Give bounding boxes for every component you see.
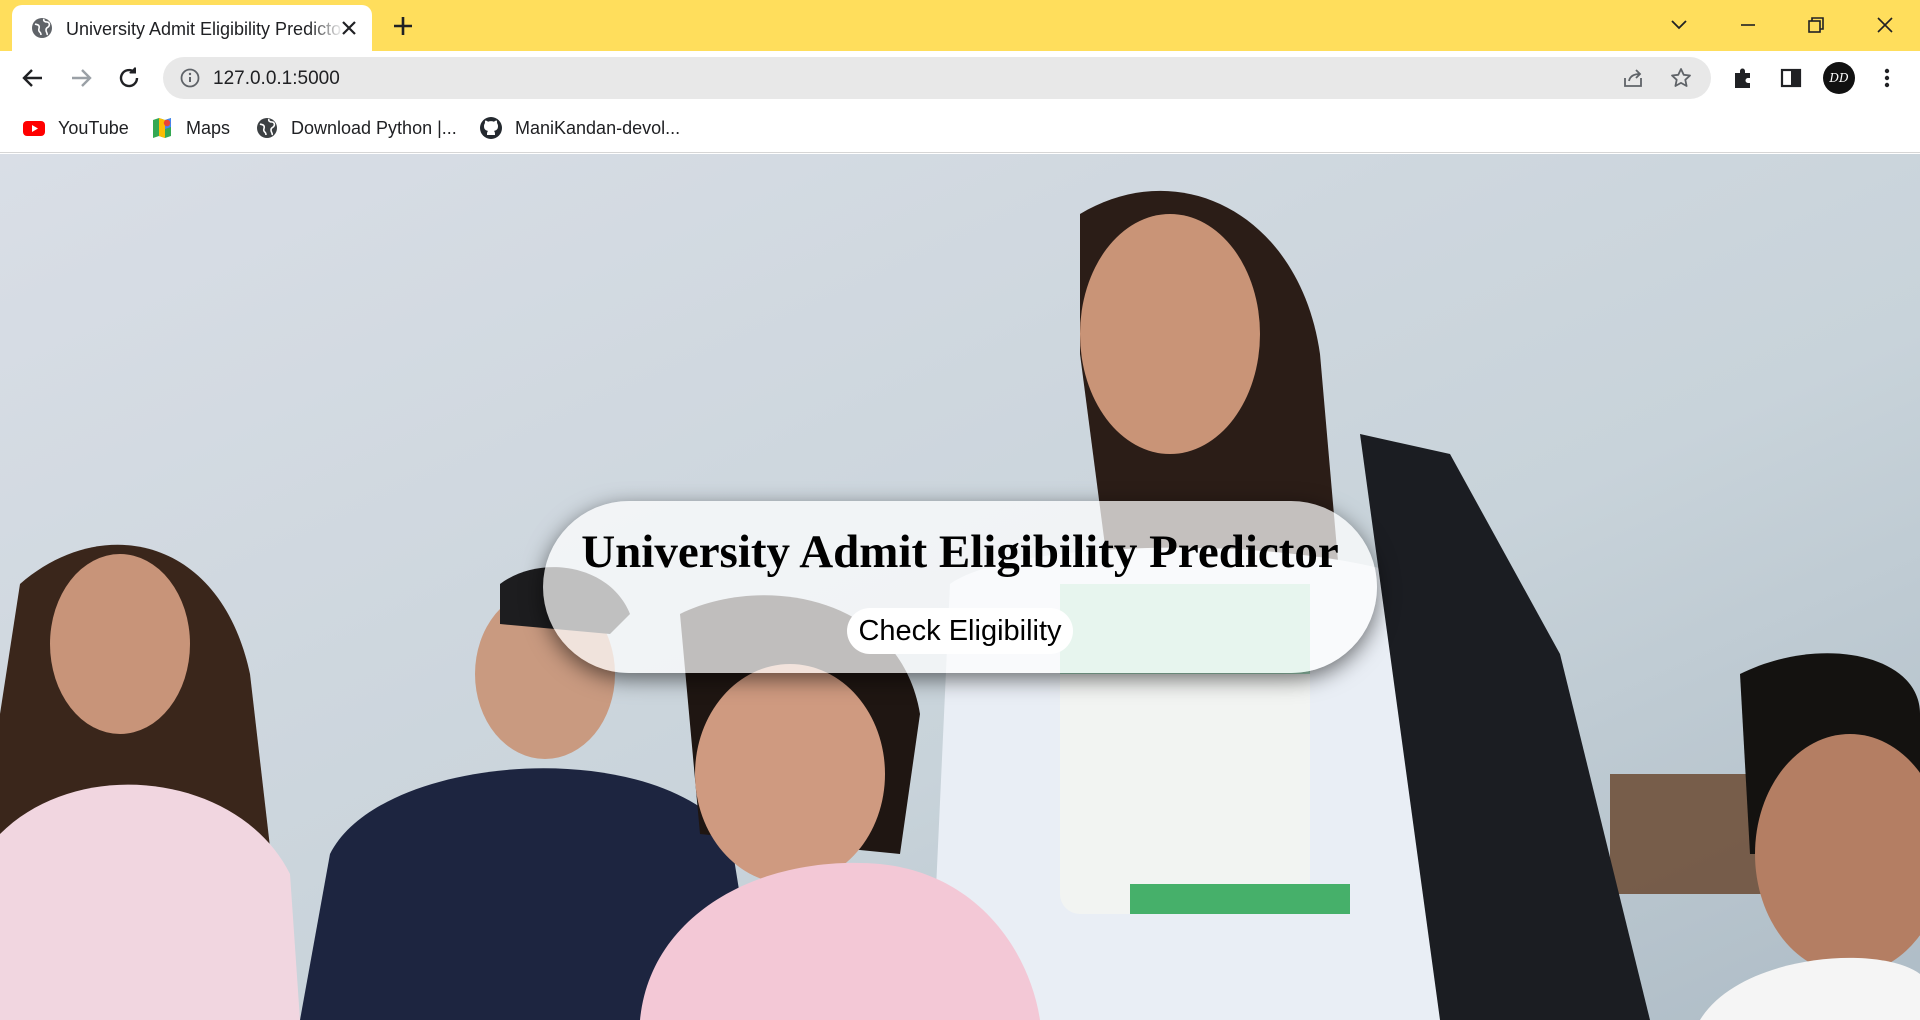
forward-arrow-icon[interactable] [66,63,96,93]
browser-toolbar: 127.0.0.1:5000 DD [0,51,1920,105]
minimize-icon[interactable] [1733,10,1763,40]
bookmark-maps[interactable]: Maps [150,115,230,141]
bookmarks-bar: YouTube Maps Download Python |... ManiKa… [0,105,1920,153]
share-icon[interactable] [1621,66,1645,90]
globe-icon [257,118,277,138]
globe-icon [32,18,52,38]
back-arrow-icon[interactable] [18,63,48,93]
bookmark-github[interactable]: ManiKandan-devol... [479,115,680,141]
bookmark-label: Maps [186,117,231,138]
close-tab-icon[interactable] [338,17,360,39]
extensions-puzzle-icon[interactable] [1728,63,1758,93]
site-info-icon[interactable] [179,67,201,89]
new-tab-icon[interactable] [390,13,416,39]
bookmark-star-icon[interactable] [1669,66,1693,90]
active-tab[interactable]: University Admit Eligibility Predictor [12,5,372,51]
hero-card: University Admit Eligibility Predictor C… [543,501,1377,673]
kebab-menu-icon[interactable] [1872,63,1902,93]
github-icon [480,117,502,139]
restore-icon[interactable] [1801,10,1831,40]
side-panel-icon[interactable] [1776,63,1806,93]
profile-avatar[interactable]: DD [1823,62,1855,94]
bookmark-label: YouTube [58,117,129,138]
bookmark-youtube[interactable]: YouTube [22,115,129,141]
check-eligibility-button[interactable]: Check Eligibility [847,608,1073,654]
page-viewport: University Admit Eligibility Predictor C… [0,154,1920,1020]
address-bar[interactable]: 127.0.0.1:5000 [163,57,1711,99]
tab-title: University Admit Eligibility Predictor [66,19,341,39]
tab-strip: University Admit Eligibility Predictor [0,0,1920,51]
maps-icon [153,118,171,138]
tab-search-chevron-icon[interactable] [1664,10,1694,40]
window-close-icon[interactable] [1870,10,1900,40]
page-title: University Admit Eligibility Predictor [581,526,1339,578]
bookmark-download-python[interactable]: Download Python |... [255,115,457,141]
url-text: 127.0.0.1:5000 [213,68,340,89]
youtube-icon [23,121,45,136]
reload-icon[interactable] [114,63,144,93]
bookmark-label: Download Python |... [291,117,457,138]
bookmark-label: ManiKandan-devol... [515,117,681,138]
